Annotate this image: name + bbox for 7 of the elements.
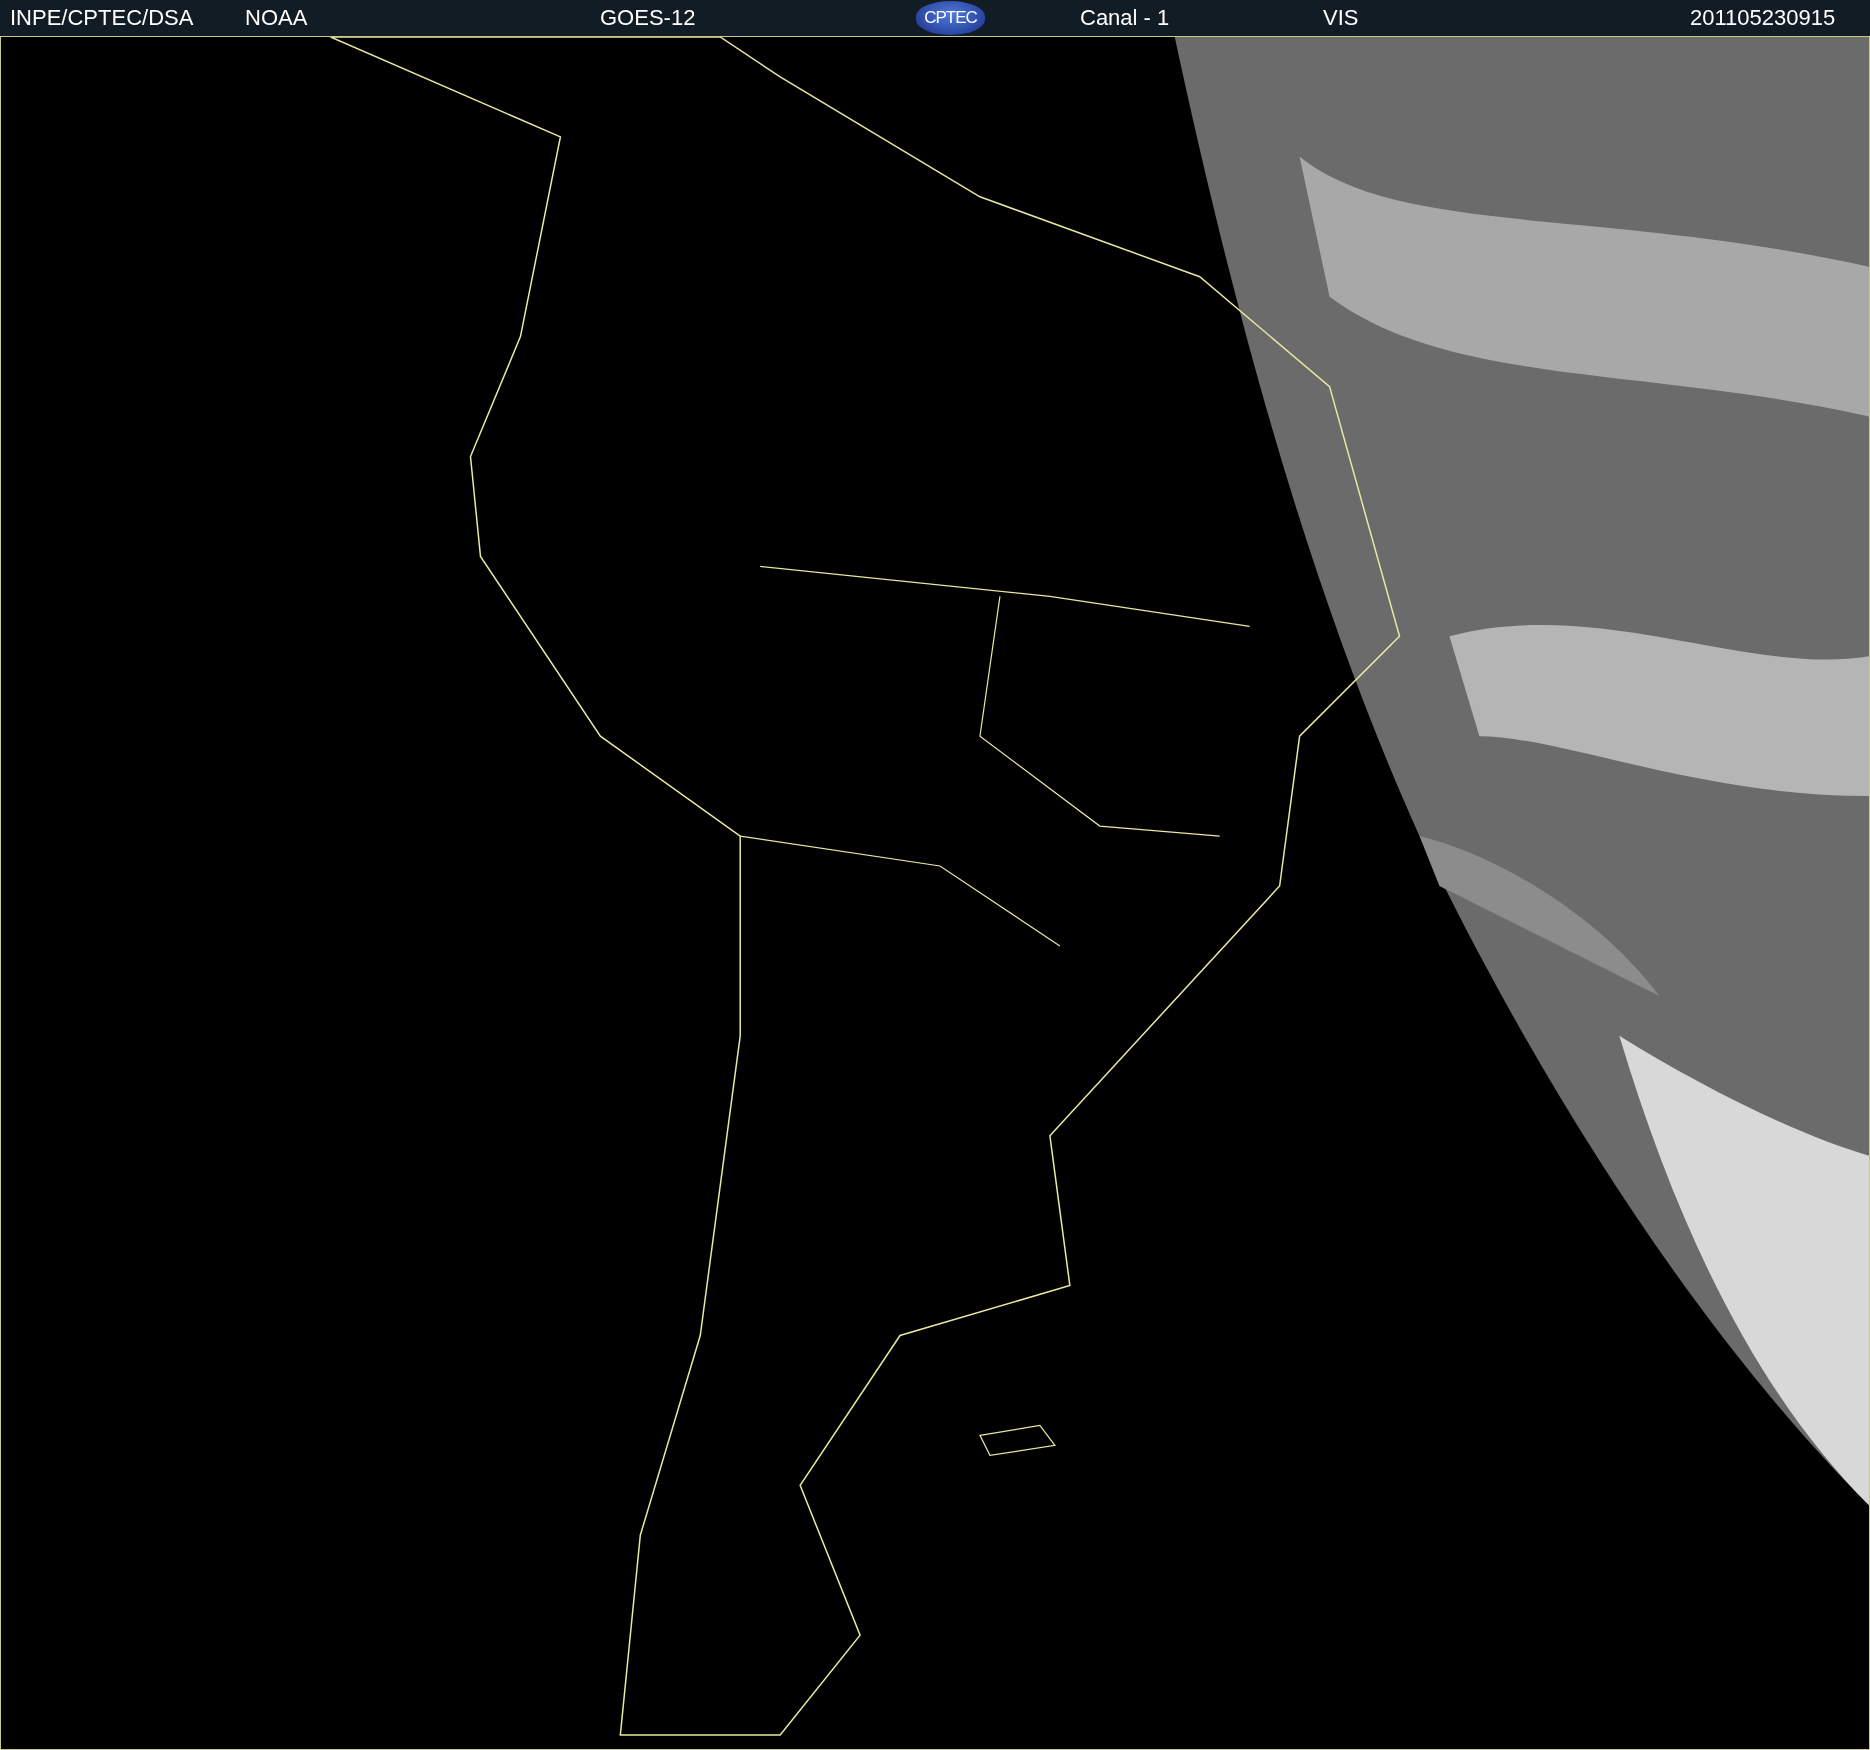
header-label: 201105230915 <box>1690 5 1836 31</box>
header-label: NOAA <box>245 5 308 31</box>
header-label: GOES-12 <box>600 5 696 31</box>
header-label: Canal - 1 <box>1080 5 1170 31</box>
logo: CPTEC <box>916 1 985 35</box>
header-label: VIS <box>1323 5 1359 31</box>
header-label: INPE/CPTEC/DSA <box>10 5 194 31</box>
